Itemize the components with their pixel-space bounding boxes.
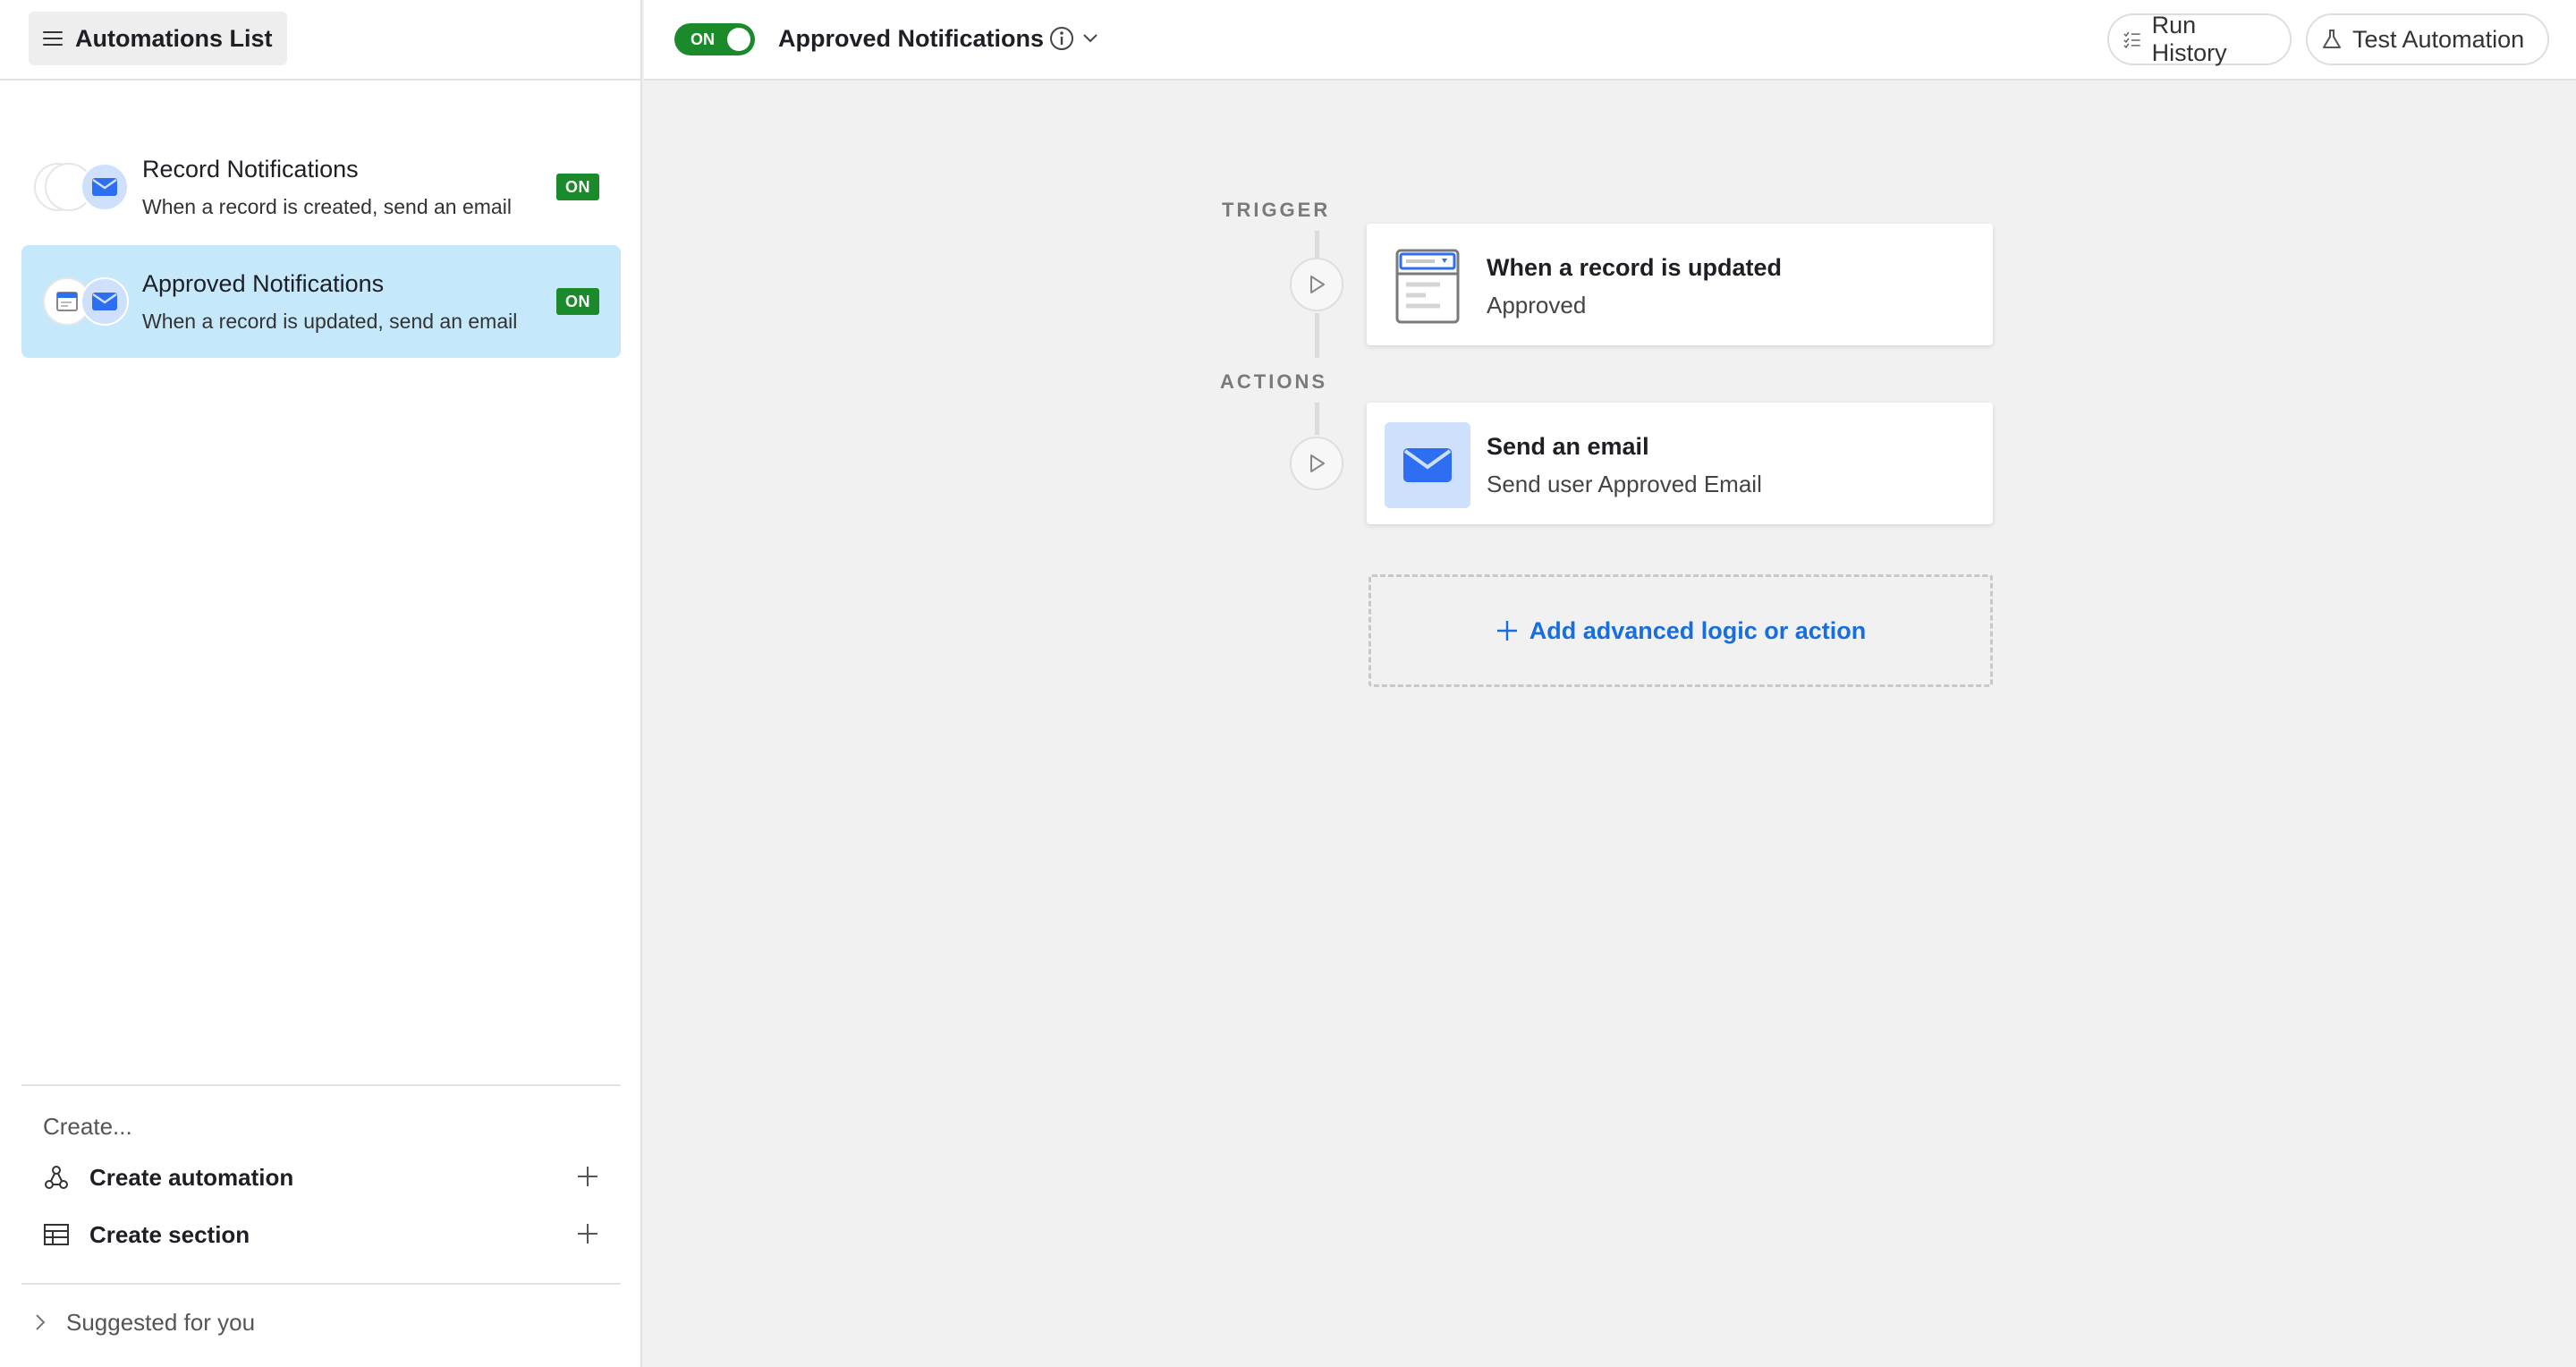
automation-icon — [43, 1164, 70, 1191]
info-icon[interactable] — [1048, 25, 1075, 52]
add-logic-label: Add advanced logic or action — [1529, 616, 1867, 644]
sidebar-footer: Create... Create automation Create secti… — [21, 1084, 621, 1367]
suggested-for-you-toggle[interactable]: Suggested for you — [34, 1304, 255, 1340]
create-section-label: Create section — [89, 1220, 250, 1248]
play-icon — [1310, 276, 1325, 293]
automation-description: When a record is updated, send an email — [142, 310, 518, 333]
trigger-title: When a record is updated — [1487, 254, 1783, 281]
automation-item-record-notifications[interactable]: Record Notifications When a record is cr… — [21, 131, 621, 243]
trigger-section-label: TRIGGER — [1222, 199, 1331, 221]
list-check-icon — [2123, 31, 2140, 48]
toggle-label: ON — [691, 30, 715, 48]
test-automation-button[interactable]: Test Automation — [2306, 13, 2549, 65]
automation-item-approved-notifications[interactable]: Approved Notifications When a record is … — [21, 245, 621, 358]
automation-title: Record Notifications — [142, 156, 359, 183]
create-section-button[interactable]: Create section — [43, 1210, 599, 1260]
trigger-subtitle: Approved — [1487, 292, 1587, 318]
connector-line — [1315, 313, 1319, 358]
status-badge: ON — [556, 174, 599, 200]
plus-icon[interactable] — [576, 1165, 599, 1188]
automation-toggle[interactable]: ON — [674, 23, 755, 55]
test-automation-label: Test Automation — [2352, 25, 2525, 53]
create-label: Create... — [43, 1113, 132, 1140]
run-action-button[interactable] — [1290, 437, 1343, 490]
table-icon — [43, 1221, 70, 1248]
automation-title: Approved Notifications — [142, 270, 385, 297]
trigger-card[interactable]: When a record is updated Approved — [1367, 224, 1993, 345]
plus-icon — [1496, 621, 1517, 641]
connector-line — [1315, 403, 1319, 435]
record-updated-icon — [1385, 243, 1470, 329]
status-badge: ON — [556, 288, 599, 315]
automation-name[interactable]: Approved Notifications — [778, 25, 1044, 53]
automation-icons — [34, 277, 132, 327]
action-title: Send an email — [1487, 433, 1649, 460]
chevron-right-icon — [34, 1312, 54, 1332]
plus-icon[interactable] — [576, 1222, 599, 1245]
automation-description: When a record is created, send an email — [142, 195, 512, 218]
suggested-label: Suggested for you — [66, 1308, 256, 1336]
play-icon — [1310, 454, 1325, 472]
flask-icon — [2323, 30, 2341, 48]
action-card[interactable]: Send an email Send user Approved Email — [1367, 403, 1993, 524]
toggle-knob — [727, 28, 750, 51]
automations-list-label: Automations List — [75, 24, 273, 52]
topbar: ON Approved Notifications Run History Te… — [644, 0, 2576, 81]
add-logic-or-action-button[interactable]: Add advanced logic or action — [1368, 574, 1993, 687]
run-history-label: Run History — [2151, 12, 2227, 66]
connector-line — [1315, 231, 1319, 258]
run-history-button[interactable]: Run History — [2107, 12, 2292, 66]
create-automation-button[interactable]: Create automation — [43, 1152, 599, 1202]
mail-icon — [80, 163, 129, 211]
divider — [21, 1283, 621, 1285]
sidebar: Automations List Record Notifications Wh… — [0, 0, 642, 1367]
automations-app: Automations List Record Notifications Wh… — [0, 0, 2576, 1367]
automation-icons — [34, 163, 132, 213]
chevron-down-icon[interactable] — [1080, 29, 1100, 48]
mail-icon — [1385, 422, 1470, 508]
automations-list-button[interactable]: Automations List — [29, 12, 287, 65]
action-subtitle: Send user Approved Email — [1487, 471, 1762, 497]
actions-section-label: ACTIONS — [1220, 370, 1327, 393]
run-trigger-button[interactable] — [1290, 258, 1343, 311]
mail-icon — [80, 277, 129, 326]
menu-icon — [43, 31, 63, 46]
sidebar-header: Automations List — [0, 0, 640, 81]
create-automation-label: Create automation — [89, 1163, 294, 1191]
